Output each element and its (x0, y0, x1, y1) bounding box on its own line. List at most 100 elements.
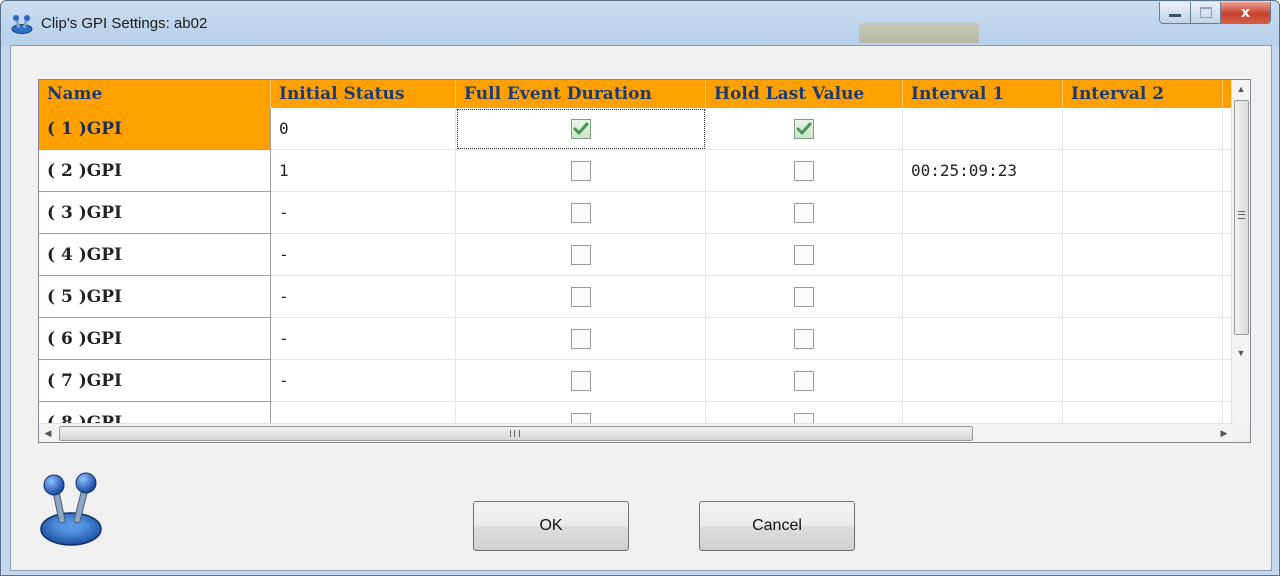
initial-status-cell[interactable]: - (271, 360, 456, 402)
interval-2-cell[interactable] (1063, 276, 1223, 318)
cancel-button[interactable]: Cancel (699, 501, 855, 551)
full-event-duration-checkbox[interactable] (570, 118, 591, 139)
scrollbar-corner (1232, 424, 1250, 442)
interval-1-cell[interactable] (903, 108, 1063, 150)
interval-2-cell[interactable] (1063, 360, 1223, 402)
initial-status-cell[interactable] (271, 402, 456, 425)
interval-2-cell[interactable] (1063, 192, 1223, 234)
hold-last-value-cell (706, 192, 903, 234)
title-ghost-overlay (859, 23, 979, 43)
hold-last-value-checkbox[interactable] (794, 328, 814, 349)
column-header[interactable]: Name (39, 80, 271, 108)
vertical-scroll-thumb[interactable] (1234, 100, 1249, 335)
table-row[interactable]: ( 3 )GPI - (39, 192, 1233, 234)
table-row[interactable]: ( 5 )GPI - (39, 276, 1233, 318)
hold-last-value-cell (706, 276, 903, 318)
hold-last-value-cell (706, 360, 903, 402)
dialog-client-area: Name Initial Status Full Event Duration Hol… (10, 45, 1272, 571)
column-header[interactable]: Full Event Duration (456, 80, 706, 108)
column-header[interactable]: Interval 1 (903, 80, 1063, 108)
initial-status-cell[interactable]: 0 (271, 108, 456, 150)
table-row[interactable]: ( 6 )GPI - (39, 318, 1233, 360)
scroll-left-icon[interactable]: ◀ (39, 424, 57, 442)
grid-header-row: Name Initial Status Full Event Duration Hol… (39, 80, 1233, 108)
full-event-duration-cell (456, 360, 706, 402)
initial-status-cell[interactable]: - (271, 276, 456, 318)
close-button[interactable]: x (1221, 2, 1271, 24)
interval-1-cell[interactable] (903, 360, 1063, 402)
hold-last-value-cell (706, 108, 903, 150)
full-event-duration-cell (456, 108, 706, 150)
minimize-icon (1169, 14, 1181, 17)
interval-2-cell[interactable] (1063, 150, 1223, 192)
interval-2-cell[interactable] (1063, 318, 1223, 360)
full-event-duration-checkbox[interactable] (570, 370, 591, 391)
grid-viewport: Name Initial Status Full Event Duration Hol… (39, 80, 1233, 425)
scroll-down-icon[interactable]: ▼ (1232, 344, 1250, 362)
row-name-cell[interactable]: ( 7 )GPI (39, 360, 271, 402)
hold-last-value-cell (706, 402, 903, 425)
hold-last-value-checkbox[interactable] (794, 160, 814, 181)
grip-icon (510, 430, 520, 437)
initial-status-cell[interactable]: - (271, 192, 456, 234)
hold-last-value-checkbox[interactable] (794, 286, 814, 307)
vertical-scrollbar[interactable]: ▲ ▼ (1231, 80, 1250, 425)
table-row[interactable]: ( 2 )GPI 1 00:25:09:23 (39, 150, 1233, 192)
hold-last-value-checkbox[interactable] (794, 118, 814, 139)
hold-last-value-checkbox[interactable] (794, 202, 814, 223)
initial-status-cell[interactable]: - (271, 318, 456, 360)
full-event-duration-cell (456, 276, 706, 318)
column-header[interactable]: Hold Last Value (706, 80, 903, 108)
close-icon: x (1240, 4, 1251, 21)
row-name-cell[interactable]: ( 4 )GPI (39, 234, 271, 276)
interval-1-cell[interactable]: 00:25:09:23 (903, 150, 1063, 192)
column-header[interactable]: Interval 2 (1063, 80, 1223, 108)
title-bar[interactable]: Clip's GPI Settings: ab02 x (1, 1, 1279, 45)
check-icon (796, 122, 812, 134)
interval-1-cell[interactable] (903, 318, 1063, 360)
interval-2-cell[interactable] (1063, 234, 1223, 276)
minimize-button[interactable] (1159, 2, 1191, 24)
full-event-duration-checkbox[interactable] (570, 160, 591, 181)
scroll-right-icon[interactable]: ▶ (1215, 424, 1233, 442)
initial-status-cell[interactable]: - (271, 234, 456, 276)
row-name-cell[interactable]: ( 8 )GPI (39, 402, 271, 425)
hold-last-value-cell (706, 150, 903, 192)
full-event-duration-checkbox[interactable] (570, 286, 591, 307)
gpi-joystick-icon (11, 15, 33, 34)
hold-last-value-checkbox[interactable] (794, 244, 814, 265)
interval-1-cell[interactable] (903, 276, 1063, 318)
ok-button[interactable]: OK (473, 501, 629, 551)
row-name-cell[interactable]: ( 1 )GPI (39, 108, 271, 150)
hold-last-value-checkbox[interactable] (794, 370, 814, 391)
hold-last-value-cell (706, 234, 903, 276)
full-event-duration-checkbox[interactable] (570, 202, 591, 223)
full-event-duration-cell (456, 318, 706, 360)
grip-icon (1238, 211, 1245, 219)
interval-2-cell[interactable] (1063, 108, 1223, 150)
full-event-duration-checkbox[interactable] (570, 328, 591, 349)
row-name-cell[interactable]: ( 3 )GPI (39, 192, 271, 234)
horizontal-scrollbar[interactable]: ◀ ▶ (39, 423, 1233, 442)
maximize-button[interactable] (1191, 2, 1221, 24)
row-name-cell[interactable]: ( 6 )GPI (39, 318, 271, 360)
horizontal-scroll-thumb[interactable] (59, 426, 973, 441)
window-title: Clip's GPI Settings: ab02 (41, 15, 208, 32)
interval-1-cell[interactable] (903, 234, 1063, 276)
table-row[interactable]: ( 7 )GPI - (39, 360, 1233, 402)
initial-status-cell[interactable]: 1 (271, 150, 456, 192)
full-event-duration-cell (456, 150, 706, 192)
scroll-up-icon[interactable]: ▲ (1232, 80, 1250, 98)
table-row[interactable]: ( 1 )GPI 0 (39, 108, 1233, 150)
row-name-cell[interactable]: ( 2 )GPI (39, 150, 271, 192)
row-name-cell[interactable]: ( 5 )GPI (39, 276, 271, 318)
column-header[interactable]: Initial Status (271, 80, 456, 108)
full-event-duration-checkbox[interactable] (570, 244, 591, 265)
interval-1-cell[interactable] (903, 402, 1063, 425)
dialog-window: Clip's GPI Settings: ab02 x Name Initial … (0, 0, 1280, 576)
check-icon (573, 122, 588, 134)
interval-2-cell[interactable] (1063, 402, 1223, 425)
table-row[interactable]: ( 4 )GPI - (39, 234, 1233, 276)
table-row[interactable]: ( 8 )GPI (39, 402, 1233, 425)
interval-1-cell[interactable] (903, 192, 1063, 234)
